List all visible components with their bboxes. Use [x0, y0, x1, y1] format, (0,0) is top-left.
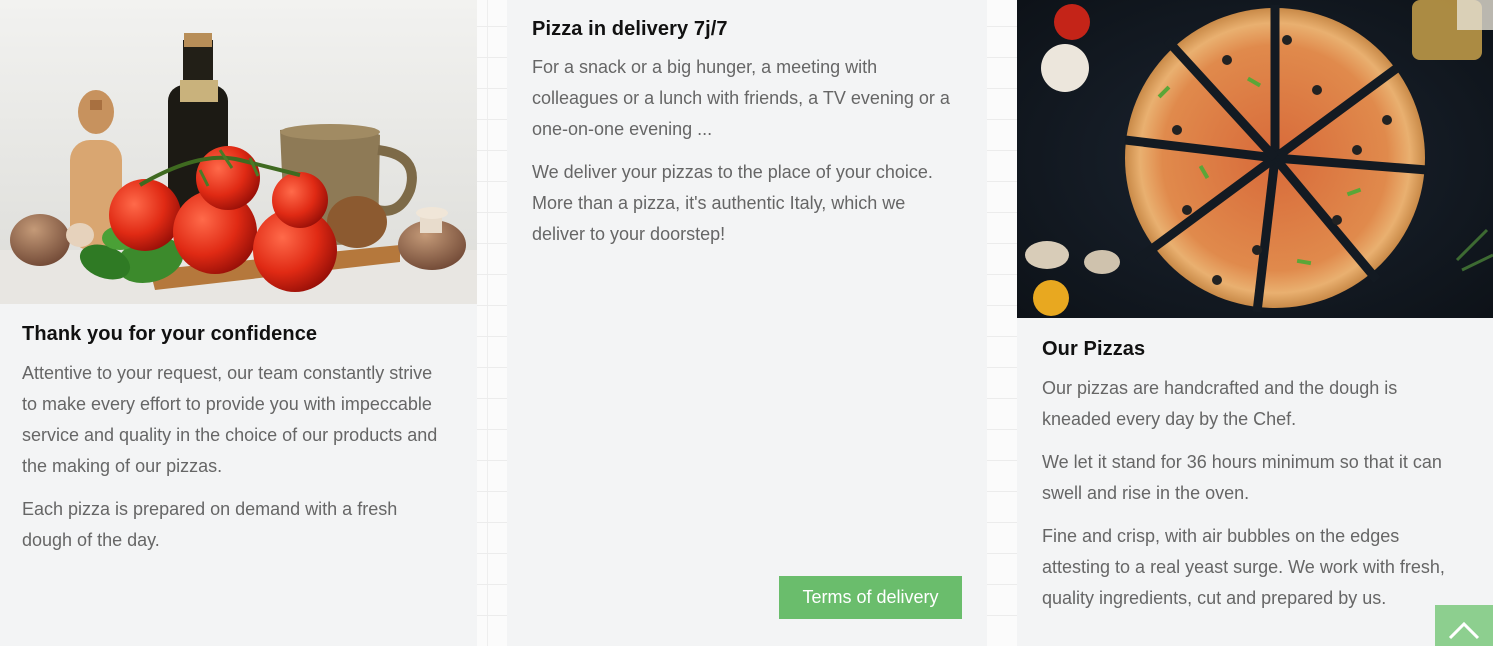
card-delivery: Pizza in delivery 7j/7 For a snack or a … — [507, 0, 987, 646]
card-title: Pizza in delivery 7j/7 — [532, 18, 728, 40]
card-paragraph: For a snack or a big hunger, a meeting w… — [532, 57, 950, 139]
pizza-photo — [1017, 0, 1493, 318]
ingredients-photo — [0, 0, 477, 304]
card-paragraph: We deliver your pizzas to the place of y… — [532, 162, 933, 244]
scroll-to-top-button[interactable] — [1435, 605, 1493, 646]
card-title: Our Pizzas — [1042, 338, 1146, 360]
card-paragraph: Fine and crisp, with air bubbles on the … — [1042, 526, 1445, 608]
card-paragraph: Each pizza is prepared on demand with a … — [22, 499, 398, 550]
card-confidence: Thank you for your confidence Attentive … — [0, 0, 477, 646]
card-paragraph: We let it stand for 36 hours minimum so … — [1042, 452, 1442, 503]
chevron-up-icon — [1448, 621, 1480, 640]
card-paragraph: Our pizzas are handcrafted and the dough… — [1042, 378, 1398, 429]
card-title: Thank you for your confidence — [22, 323, 318, 345]
card-our-pizzas: Our Pizzas Our pizzas are handcrafted an… — [1017, 0, 1493, 646]
card-paragraph: Attentive to your request, our team cons… — [22, 363, 438, 476]
terms-of-delivery-button[interactable]: Terms of delivery — [779, 576, 962, 619]
